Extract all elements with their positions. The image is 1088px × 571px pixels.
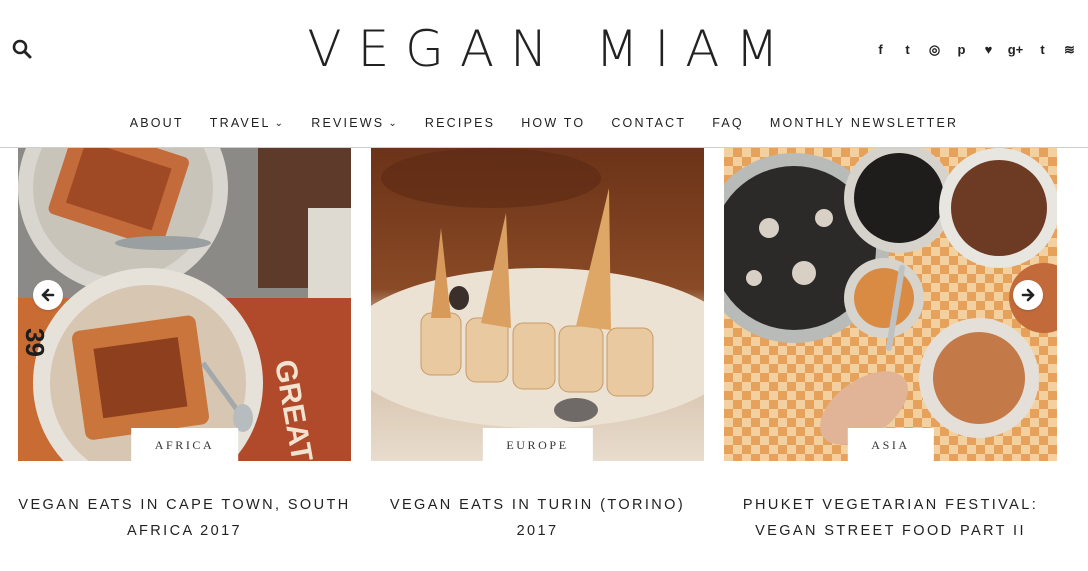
- heart-icon[interactable]: ♥: [978, 39, 999, 60]
- post-image[interactable]: ASIA: [724, 148, 1057, 461]
- nav-item-reviews[interactable]: REVIEWS ⌄: [298, 116, 412, 130]
- category-label[interactable]: ASIA: [847, 428, 934, 461]
- nav-item-recipes[interactable]: RECIPES: [412, 116, 508, 130]
- svg-text:39: 39: [20, 328, 50, 357]
- pinterest-icon[interactable]: p: [951, 39, 972, 60]
- nav-item-about[interactable]: ABOUT: [117, 116, 197, 130]
- nav-item-monthly-newsletter[interactable]: MONTHLY NEWSLETTER: [757, 116, 971, 130]
- food-photo-phuket: [724, 148, 1057, 461]
- post-card: ASIA PHUKET VEGETARIAN FESTIVAL: VEGAN S…: [724, 148, 1057, 544]
- post-title[interactable]: VEGAN EATS IN CAPE TOWN, SOUTH AFRICA 20…: [18, 492, 351, 544]
- chevron-down-icon: ⌄: [388, 118, 399, 129]
- nav-item-faq[interactable]: FAQ: [699, 116, 757, 130]
- post-card: EUROPE VEGAN EATS IN TURIN (TORINO) 2017: [371, 148, 704, 544]
- nav-item-contact[interactable]: CONTACT: [598, 116, 699, 130]
- nav-label: TRAVEL: [209, 116, 271, 130]
- food-photo-turin: [371, 148, 704, 461]
- rss-icon[interactable]: ≋: [1059, 39, 1080, 60]
- main-nav: ABOUT TRAVEL ⌄ REVIEWS ⌄ RECIPES HOW TO CO…: [0, 98, 1088, 148]
- post-image[interactable]: 39 GREAT SA AFRICA: [18, 148, 351, 461]
- chevron-down-icon: ⌄: [274, 118, 286, 129]
- food-photo-cape-town: 39 GREAT SA: [18, 148, 351, 461]
- instagram-icon[interactable]: ◎: [924, 39, 945, 60]
- arrow-right-icon: [1021, 288, 1035, 302]
- site-header: VEGAN MIAM f t ◎ p ♥ g+ t ≋: [0, 0, 1088, 98]
- nav-label: ABOUT: [129, 116, 184, 130]
- carousel-prev-button[interactable]: [33, 280, 63, 310]
- social-links: f t ◎ p ♥ g+ t ≋: [870, 39, 1080, 60]
- google-plus-icon[interactable]: g+: [1005, 39, 1026, 60]
- post-title[interactable]: VEGAN EATS IN TURIN (TORINO) 2017: [371, 492, 704, 544]
- nav-label: REVIEWS: [311, 116, 385, 130]
- nav-item-travel[interactable]: TRAVEL ⌄: [197, 116, 299, 130]
- facebook-icon[interactable]: f: [870, 39, 891, 60]
- nav-label: FAQ: [712, 116, 744, 130]
- category-label[interactable]: EUROPE: [482, 428, 593, 461]
- nav-label: CONTACT: [611, 116, 687, 130]
- nav-label: RECIPES: [424, 116, 496, 130]
- arrow-left-icon: [41, 288, 55, 302]
- post-title[interactable]: PHUKET VEGETARIAN FESTIVAL: VEGAN STREET…: [724, 492, 1057, 544]
- twitter-icon[interactable]: t: [897, 39, 918, 60]
- post-image[interactable]: EUROPE: [371, 148, 704, 461]
- nav-label: HOW TO: [521, 116, 586, 130]
- post-card: 39 GREAT SA AFRICA VEGAN EATS IN CAPE TO…: [18, 148, 351, 544]
- nav-item-how-to[interactable]: HOW TO: [508, 116, 598, 130]
- tumblr-icon[interactable]: t: [1032, 39, 1053, 60]
- nav-label: MONTHLY NEWSLETTER: [769, 116, 959, 130]
- category-label[interactable]: AFRICA: [130, 428, 239, 461]
- carousel-next-button[interactable]: [1013, 280, 1043, 310]
